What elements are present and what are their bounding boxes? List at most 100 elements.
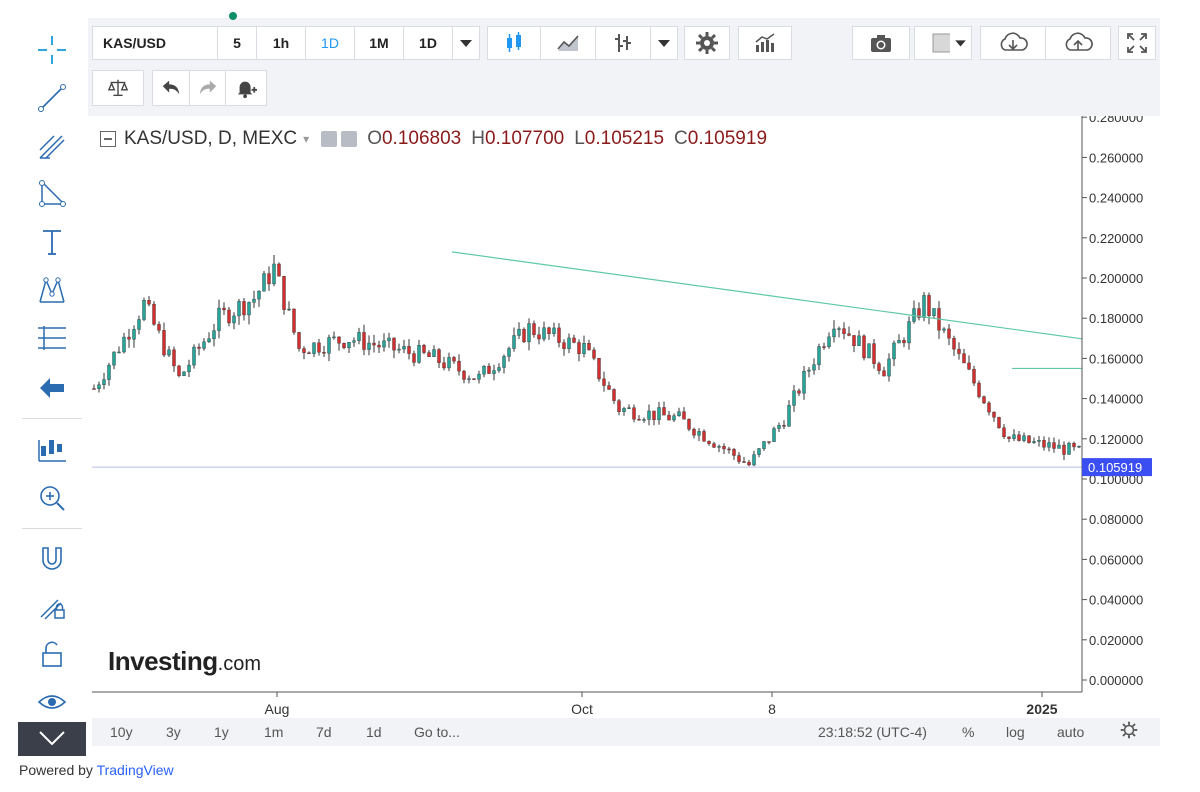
candles-style-button[interactable] [487,26,541,60]
bottom-toolbar: 10y 3y 1y 1m 7d 1d Go to... 23:18:52 (UT… [92,718,1160,746]
symbol-input[interactable]: KAS/USD [92,26,218,60]
color-dropdown[interactable] [950,26,972,60]
camera-icon [871,35,891,52]
candle-body [802,370,806,394]
candlestick-icon [507,32,521,52]
range-1m[interactable]: 1m [264,724,283,740]
snapshot-button[interactable] [852,26,910,60]
indicators-icon[interactable] [34,432,70,468]
eye-icon[interactable] [34,684,70,720]
collapse-toolbar-button[interactable] [18,722,86,756]
goto-button[interactable]: Go to... [414,724,460,740]
back-arrow-icon[interactable] [34,370,70,406]
pitchfork-icon[interactable] [34,128,70,164]
candle-body [942,328,946,331]
candle [667,411,671,421]
collapse-legend-icon[interactable] [100,131,116,147]
fullscreen-icon [1127,33,1147,53]
candle [92,384,96,390]
interval-dropdown[interactable] [452,26,480,60]
candle-body [97,384,101,389]
interval-1d[interactable]: 1D [305,26,355,60]
candle [532,320,536,338]
log-toggle[interactable]: log [1006,724,1025,740]
magnet-icon[interactable] [34,540,70,576]
candle [927,292,931,325]
text-tool-icon[interactable] [34,224,70,260]
lock-drawing-icon[interactable] [34,588,70,624]
candle [692,427,696,439]
interval-1h[interactable]: 1h [256,26,306,60]
range-1d[interactable]: 1d [366,724,382,740]
crosshair-icon[interactable] [34,32,70,68]
candle [172,346,176,372]
bars-style-button[interactable] [595,26,651,60]
range-1y[interactable]: 1y [214,724,229,740]
candle [737,452,741,464]
interval-1d-more[interactable]: 1D [403,26,453,60]
style-dropdown[interactable] [650,26,678,60]
candle-body [472,378,476,380]
add-alert-button[interactable] [225,70,267,106]
y-tick-label: 0.240000 [1089,191,1143,206]
range-7d[interactable]: 7d [316,724,332,740]
candle [437,348,441,369]
candle [162,322,166,358]
candle-body [972,369,976,384]
candle [552,322,556,337]
indicators-button[interactable] [738,26,792,60]
fib-retracement-icon[interactable] [34,320,70,356]
status-dot [229,12,237,20]
undo-button[interactable] [152,70,190,106]
candle [262,270,266,292]
load-chart-button[interactable] [980,26,1046,60]
last-price-label: 0.105919 [1088,460,1142,475]
scale-settings-button[interactable] [1120,721,1138,742]
candle [272,255,276,287]
tradingview-link[interactable]: TradingView [97,762,174,778]
candle-body [622,408,626,412]
legend-dropdown-icon[interactable]: ▾ [303,132,309,146]
candle [377,340,381,353]
candle [997,416,1001,429]
investing-watermark: Investing.com [108,646,261,677]
compare-button[interactable] [92,70,144,106]
range-3y[interactable]: 3y [166,724,181,740]
candle [687,418,691,432]
drawing-toolbar [18,18,86,758]
candle [387,332,391,348]
candle [472,378,476,380]
unlock-icon[interactable] [34,636,70,672]
candle [322,345,326,358]
fullscreen-button[interactable] [1118,26,1156,60]
candle-body [702,431,706,442]
interval-5[interactable]: 5 [217,26,257,60]
candle [1017,431,1021,442]
legend-settings-icon[interactable] [341,131,358,147]
area-style-button[interactable] [540,26,596,60]
legend-eye-icon[interactable] [321,131,338,147]
candle [527,318,531,351]
auto-toggle[interactable]: auto [1057,724,1084,740]
candle [107,362,111,386]
candle [627,404,631,409]
candle-body [437,349,441,363]
range-10y[interactable]: 10y [110,724,133,740]
triangle-pattern-icon[interactable] [34,176,70,212]
pattern-tool-icon[interactable] [34,272,70,308]
candle-body [707,441,711,444]
chart-area[interactable]: 0.280000 0.260000 0.240000 0.220000 0.200000… [92,116,1160,720]
time-axis: AugOct82025MarMayJul [92,691,1082,717]
candle [887,353,891,382]
candle-body [797,390,801,394]
candle-body [397,348,401,351]
trend-line-icon[interactable] [34,80,70,116]
settings-button[interactable] [684,26,730,60]
save-chart-button[interactable] [1045,26,1111,60]
legend-title[interactable]: KAS/USD, D, MEXC [124,128,297,150]
price-chart[interactable]: 0.280000 0.260000 0.240000 0.220000 0.200000… [92,116,1160,720]
zoom-in-icon[interactable] [34,480,70,516]
percent-toggle[interactable]: % [962,724,974,740]
interval-1m[interactable]: 1M [354,26,404,60]
redo-button[interactable] [189,70,227,106]
